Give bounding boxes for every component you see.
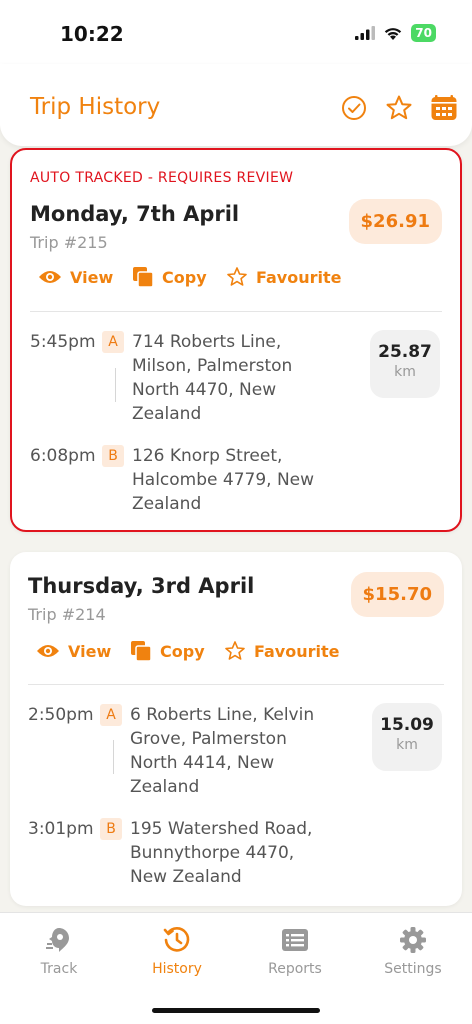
end-time: 3:01pm (28, 819, 94, 839)
eye-icon (37, 645, 59, 657)
check-circle-icon[interactable] (340, 94, 368, 122)
distance-value: 25.87 (378, 342, 432, 362)
view-button[interactable]: View (38, 268, 132, 287)
trip-end-stop: 6:08pm B 126 Knorp Street, Halcombe 4779… (30, 444, 332, 516)
distance-unit: km (396, 737, 418, 753)
distance-unit: km (394, 364, 416, 380)
calendar-icon[interactable] (430, 94, 458, 122)
status-icons: 70 (355, 24, 436, 42)
end-marker-badge: B (100, 818, 122, 840)
view-button[interactable]: View (36, 642, 130, 661)
copy-button[interactable]: Copy (130, 640, 224, 662)
app-header: Trip History (0, 64, 472, 146)
eye-icon (39, 271, 61, 283)
signal-icon (355, 26, 376, 40)
end-marker-badge: B (102, 445, 124, 467)
star-outline-icon (227, 267, 247, 286)
copy-icon (131, 641, 152, 662)
trip-actions: View Copy Favourite (38, 266, 341, 288)
wifi-icon (385, 27, 402, 40)
trip-price-badge: $15.70 (350, 572, 444, 617)
end-time: 6:08pm (30, 446, 96, 466)
reports-icon (282, 929, 308, 951)
trip-start-stop: 2:50pm A 6 Roberts Line, Kelvin Grove, P… (28, 703, 330, 799)
trip-card-214[interactable]: Thursday, 3rd April Trip #214 $15.70 Vie… (10, 552, 462, 906)
tab-track[interactable]: Track (0, 925, 118, 977)
status-bar: 10:22 70 (0, 0, 472, 64)
track-icon (46, 928, 69, 952)
divider (28, 684, 444, 685)
end-address: 195 Watershed Road, Bunnythorpe 4470, Ne… (130, 819, 313, 887)
favourite-label: Favourite (254, 641, 340, 661)
start-marker-badge: A (102, 331, 124, 353)
view-label: View (70, 267, 114, 287)
tab-reports[interactable]: Reports (236, 925, 354, 977)
trip-number: Trip #214 (28, 605, 106, 624)
copy-label: Copy (162, 267, 207, 287)
trip-actions: View Copy Favourite (36, 640, 339, 662)
trip-date: Thursday, 3rd April (28, 574, 255, 598)
copy-button[interactable]: Copy (132, 266, 226, 288)
copy-icon (133, 267, 154, 288)
favourite-button[interactable]: Favourite (224, 640, 339, 662)
home-indicator (152, 1008, 320, 1013)
battery-indicator: 70 (411, 24, 436, 42)
copy-label: Copy (160, 641, 205, 661)
star-outline-icon (225, 641, 245, 660)
distance-badge: 15.09 km (372, 703, 442, 771)
favourite-button[interactable]: Favourite (226, 266, 341, 288)
tab-history[interactable]: History (118, 925, 236, 977)
start-time: 5:45pm (30, 332, 96, 352)
trip-number: Trip #215 (30, 233, 108, 252)
tab-label: History (152, 961, 202, 977)
tab-label: Settings (384, 961, 442, 977)
tab-label: Reports (268, 961, 322, 977)
view-label: View (68, 641, 112, 661)
route-connector-line (113, 740, 114, 774)
history-icon (163, 927, 190, 952)
start-address: 6 Roberts Line, Kelvin Grove, Palmerston… (130, 705, 315, 797)
tab-settings[interactable]: Settings (354, 925, 472, 977)
divider (30, 311, 442, 312)
start-marker-badge: A (100, 704, 122, 726)
trip-card-215[interactable]: AUTO TRACKED - REQUIRES REVIEW Monday, 7… (10, 148, 462, 532)
trip-date: Monday, 7th April (30, 202, 240, 226)
trip-start-stop: 5:45pm A 714 Roberts Line, Milson, Palme… (30, 330, 332, 426)
gear-icon (400, 927, 426, 953)
trip-end-stop: 3:01pm B 195 Watershed Road, Bunnythorpe… (28, 817, 330, 889)
favourite-label: Favourite (256, 267, 342, 287)
status-time: 10:22 (60, 22, 124, 46)
distance-badge: 25.87 km (370, 330, 440, 398)
review-warning-label: AUTO TRACKED - REQUIRES REVIEW (30, 170, 294, 186)
trip-price-badge: $26.91 (348, 199, 442, 244)
tab-label: Track (40, 961, 78, 977)
page-title: Trip History (30, 94, 161, 120)
start-address: 714 Roberts Line, Milson, Palmerston Nor… (132, 332, 293, 424)
route-connector-line (115, 368, 116, 402)
start-time: 2:50pm (28, 705, 94, 725)
end-address: 126 Knorp Street, Halcombe 4779, New Zea… (132, 446, 315, 514)
star-icon[interactable] (385, 94, 413, 122)
distance-value: 15.09 (380, 715, 434, 735)
